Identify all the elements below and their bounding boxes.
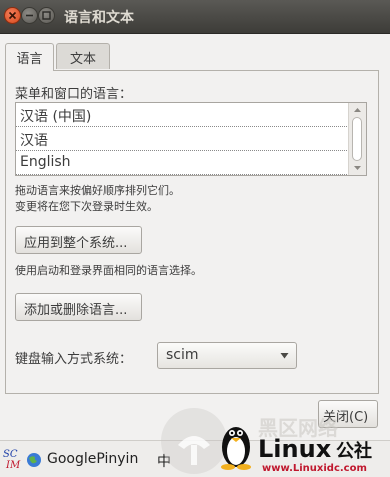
maximize-window-button[interactable] xyxy=(38,7,55,24)
input-method-select[interactable]: scim xyxy=(157,342,297,369)
apply-system-wide-button[interactable]: 应用到整个系统... xyxy=(15,226,142,254)
add-remove-languages-button[interactable]: 添加或删除语言... xyxy=(15,293,142,321)
minimize-icon xyxy=(26,14,33,17)
close-icon xyxy=(8,11,17,20)
drag-hint: 拖动语言来按偏好顺序排列它们。 xyxy=(15,184,180,197)
scroll-down-icon[interactable] xyxy=(349,162,366,174)
tab-text[interactable]: 文本 xyxy=(56,43,110,69)
window-titlebar: 语言和文本 xyxy=(0,0,390,34)
minimize-window-button[interactable] xyxy=(21,7,38,24)
svg-text:SC: SC xyxy=(3,449,18,460)
list-item[interactable]: 汉语 xyxy=(16,127,349,151)
scroll-up-icon[interactable] xyxy=(349,104,366,116)
svg-text:www.Linuxidc.com: www.Linuxidc.com xyxy=(262,463,367,474)
svg-text:Linux: Linux xyxy=(258,435,332,463)
window-title: 语言和文本 xyxy=(64,10,134,26)
apply-system-hint: 使用启动和登录界面相同的语言选择。 xyxy=(15,264,202,277)
language-list-label: 菜单和窗口的语言： xyxy=(15,87,133,102)
language-list[interactable]: 汉语 (中国) 汉语 English xyxy=(15,102,367,176)
svg-text:IM: IM xyxy=(5,460,21,471)
maximize-icon xyxy=(42,11,51,20)
input-method-value: scim xyxy=(166,347,199,363)
ime-name[interactable]: GooglePinyin xyxy=(47,451,138,467)
tab-language[interactable]: 语言 xyxy=(5,43,54,71)
scrollbar-thumb[interactable] xyxy=(352,117,362,161)
scim-icon[interactable]: SC IM xyxy=(2,447,22,471)
restart-hint: 变更将在您下次登录时生效。 xyxy=(15,200,158,213)
list-item[interactable]: English xyxy=(16,151,349,175)
svg-text:公社: 公社 xyxy=(336,440,372,462)
linux-watermark-logo: 黑区网络 Linux 公社 www.Linuxidc.com xyxy=(161,408,372,474)
close-window-button[interactable] xyxy=(4,7,21,24)
list-item[interactable]: 汉语 (中国) xyxy=(16,103,349,127)
globe-icon[interactable] xyxy=(26,452,42,468)
chevron-down-icon xyxy=(280,353,289,359)
input-method-label: 键盘输入方式系统： xyxy=(15,352,133,367)
language-list-scrollbar[interactable] xyxy=(348,103,366,175)
